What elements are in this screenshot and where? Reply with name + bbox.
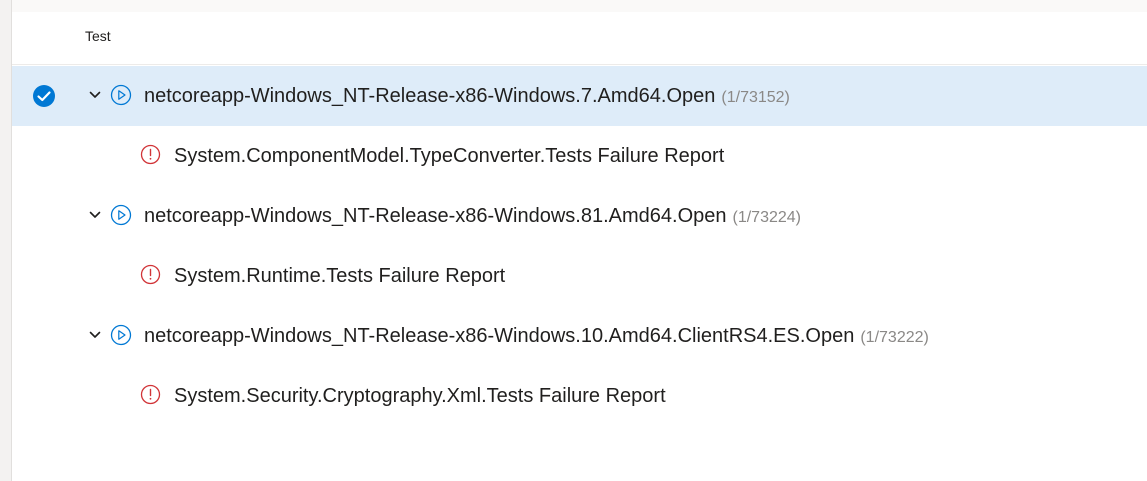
child-title: System.ComponentModel.TypeConverter.Test… — [174, 145, 725, 167]
table-header: Test — [12, 12, 1147, 65]
play-circle-icon — [110, 204, 132, 226]
child-title: System.Security.Cryptography.Xml.Tests F… — [174, 385, 666, 407]
test-child-row-cryptography[interactable]: System.Security.Cryptography.Xml.Tests F… — [12, 366, 1147, 426]
group-title: netcoreapp-Windows_NT-Release-x86-Window… — [144, 85, 790, 108]
group-title: netcoreapp-Windows_NT-Release-x86-Window… — [144, 205, 801, 228]
group-name: netcoreapp-Windows_NT-Release-x86-Window… — [144, 205, 727, 227]
left-rail — [0, 0, 12, 481]
group-count: (1/73152) — [721, 89, 790, 106]
child-title: System.Runtime.Tests Failure Report — [174, 265, 506, 287]
error-circle-icon — [140, 264, 161, 285]
checkmark-icon[interactable] — [32, 84, 56, 108]
group-name: netcoreapp-Windows_NT-Release-x86-Window… — [144, 325, 855, 347]
chevron-down-icon[interactable] — [88, 88, 102, 102]
error-circle-icon — [140, 144, 161, 165]
chevron-down-icon[interactable] — [88, 328, 102, 342]
test-child-row-runtime[interactable]: System.Runtime.Tests Failure Report — [12, 246, 1147, 306]
test-group-row-windows81[interactable]: netcoreapp-Windows_NT-Release-x86-Window… — [12, 186, 1147, 246]
top-strip — [12, 0, 1147, 12]
test-group-row-windows10[interactable]: netcoreapp-Windows_NT-Release-x86-Window… — [12, 306, 1147, 366]
group-count: (1/73224) — [732, 209, 802, 226]
test-child-row-typeconverter[interactable]: System.ComponentModel.TypeConverter.Test… — [12, 126, 1147, 186]
error-circle-icon — [140, 384, 161, 405]
column-header-test[interactable]: Test — [85, 28, 111, 44]
chevron-down-icon[interactable] — [88, 208, 102, 222]
group-name: netcoreapp-Windows_NT-Release-x86-Window… — [144, 85, 716, 107]
group-title: netcoreapp-Windows_NT-Release-x86-Window… — [144, 325, 929, 348]
play-circle-icon — [110, 84, 132, 106]
group-count: (1/73222) — [860, 329, 929, 346]
play-circle-icon — [110, 324, 132, 346]
test-group-row-windows7[interactable]: netcoreapp-Windows_NT-Release-x86-Window… — [12, 66, 1147, 126]
